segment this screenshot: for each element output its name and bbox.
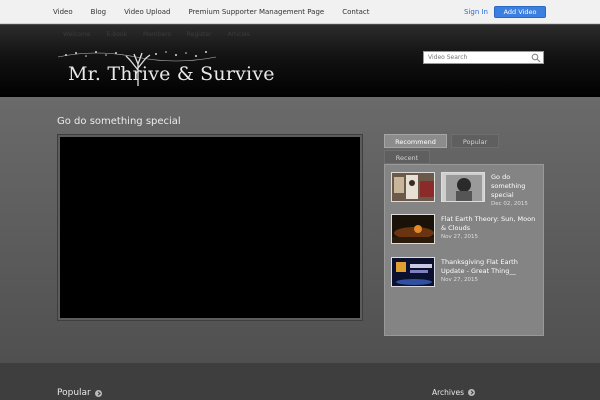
nav-video[interactable]: Video	[53, 8, 73, 16]
item-title[interactable]: Flat Earth Theory: Sun, Moon & Clouds	[441, 215, 539, 233]
subnav-welcome[interactable]: Welcome	[63, 31, 90, 38]
subnav-members[interactable]: Members	[143, 31, 171, 38]
footer-popular-label: Popular	[57, 388, 91, 398]
footer-popular[interactable]: Popular	[57, 388, 102, 398]
site-header: Welcome E-book Members Register Articles…	[0, 25, 600, 97]
chevron-right-icon[interactable]	[94, 389, 102, 397]
item-date: Dec 02, 2015	[491, 201, 528, 207]
sign-in-link[interactable]: Sign In	[464, 8, 488, 16]
main-content: Go do something special Recommend Popula…	[0, 97, 600, 362]
nav-contact[interactable]: Contact	[342, 8, 369, 16]
video-list: Go do something special Dec 02, 2015 Fla…	[384, 164, 544, 336]
add-video-button[interactable]: Add Video	[494, 6, 546, 18]
item-title[interactable]: Thanksgiving Flat Earth Update - Great T…	[441, 258, 539, 276]
video-thumbnail[interactable]	[391, 172, 435, 202]
item-date: Nov 27, 2015	[441, 234, 478, 240]
site-logo[interactable]: Mr. Thrive & Survive	[56, 49, 276, 89]
subnav-ebook[interactable]: E-book	[106, 31, 127, 38]
video-thumbnail[interactable]	[391, 257, 435, 287]
chevron-right-icon[interactable]	[467, 389, 475, 396]
tab-recommend[interactable]: Recommend	[384, 134, 447, 148]
video-search	[423, 51, 544, 64]
item-title[interactable]: Go do something special	[491, 173, 537, 200]
top-bar: Video Blog Video Upload Premium Supporte…	[0, 0, 600, 24]
tab-popular[interactable]: Popular	[451, 134, 499, 148]
logo-text: Mr. Thrive & Survive	[68, 63, 275, 85]
secondary-nav: Welcome E-book Members Register Articles	[63, 31, 266, 38]
item-date: Nov 27, 2015	[441, 277, 478, 283]
top-nav: Video Blog Video Upload Premium Supporte…	[53, 0, 387, 24]
site-footer: Popular Archives	[0, 362, 600, 400]
nav-premium-supporter[interactable]: Premium Supporter Management Page	[188, 8, 324, 16]
footer-archives[interactable]: Archives	[432, 388, 475, 397]
nav-video-upload[interactable]: Video Upload	[124, 8, 170, 16]
tab-recent[interactable]: Recent	[384, 150, 430, 164]
search-input[interactable]	[424, 52, 528, 63]
video-thumbnail[interactable]	[391, 214, 435, 244]
video-player[interactable]	[57, 134, 363, 321]
video-title: Go do something special	[57, 116, 181, 127]
magnifier-icon[interactable]	[531, 53, 541, 63]
nav-blog[interactable]: Blog	[91, 8, 106, 16]
video-thumbnail[interactable]	[441, 172, 485, 202]
video-screen[interactable]	[60, 137, 360, 318]
subnav-register[interactable]: Register	[187, 31, 212, 38]
subnav-articles[interactable]: Articles	[228, 31, 250, 38]
footer-archives-label: Archives	[432, 388, 464, 397]
